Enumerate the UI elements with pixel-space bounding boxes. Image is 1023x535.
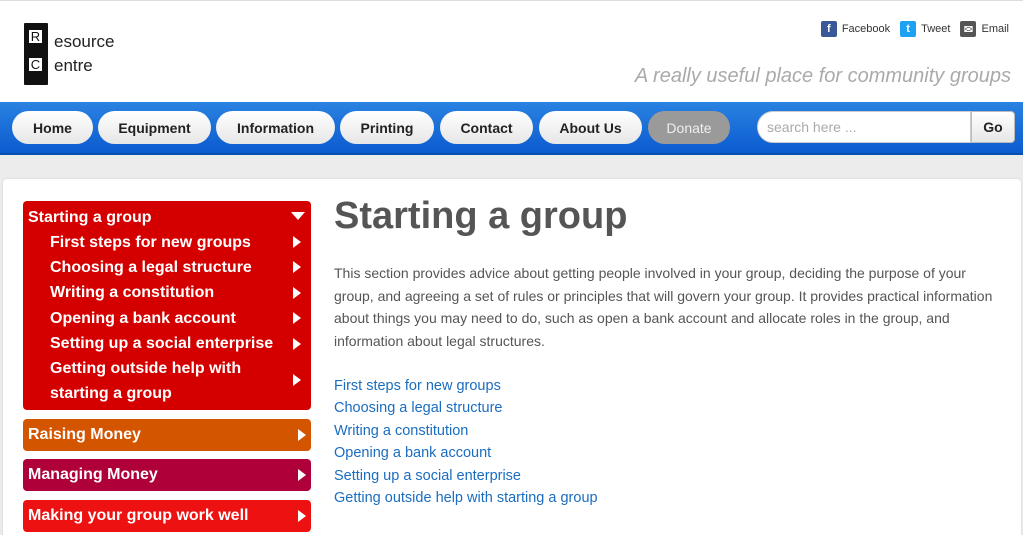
link-outside-help[interactable]: Getting outside help with starting a gro…: [334, 487, 598, 509]
chevron-right-icon: [293, 312, 301, 324]
email-label: Email: [981, 23, 1009, 35]
sidebar-subitem-outside-help-line2[interactable]: starting a group: [50, 385, 172, 403]
sidebar-subitem-first-steps[interactable]: First steps for new groups: [50, 234, 251, 252]
chevron-down-icon: [291, 212, 305, 220]
sidebar-active-section: Starting a group First steps for new gro…: [23, 201, 311, 410]
link-social-enterprise[interactable]: Setting up a social enterprise: [334, 465, 598, 487]
social-links: f Facebook t Tweet ✉ Email: [820, 21, 1009, 37]
twitter-icon: t: [900, 21, 917, 37]
site-logo[interactable]: R C esource entre: [24, 23, 134, 85]
site-header: R C esource entre f Facebook t Tweet ✉ E…: [0, 0, 1023, 102]
logo-letter-r: R: [28, 29, 43, 44]
tweet-link[interactable]: t Tweet: [900, 21, 950, 37]
sidebar-subitem-legal-structure[interactable]: Choosing a legal structure: [50, 259, 252, 277]
nav-home[interactable]: Home: [12, 111, 93, 144]
nav-equipment[interactable]: Equipment: [98, 111, 211, 144]
search-input[interactable]: search here ...: [757, 111, 971, 143]
facebook-link[interactable]: f Facebook: [820, 21, 891, 37]
section-links: First steps for new groups Choosing a le…: [334, 375, 598, 509]
nav-donate[interactable]: Donate: [648, 111, 730, 144]
link-bank-account[interactable]: Opening a bank account: [334, 442, 598, 464]
intro-paragraph: This section provides advice about getti…: [334, 265, 993, 349]
sidebar-section-label: Raising Money: [28, 426, 141, 443]
logo-letter-c: C: [28, 57, 43, 72]
tweet-label: Tweet: [921, 23, 951, 35]
sidebar-section-raising-money[interactable]: Raising Money: [23, 419, 311, 451]
link-constitution[interactable]: Writing a constitution: [334, 420, 598, 442]
sidebar-subitem-bank-account[interactable]: Opening a bank account: [50, 310, 236, 328]
sidebar-section-managing-money[interactable]: Managing Money: [23, 459, 311, 491]
nav-contact[interactable]: Contact: [440, 111, 533, 144]
nav-information[interactable]: Information: [216, 111, 335, 144]
sidebar-subitem-constitution[interactable]: Writing a constitution: [50, 284, 214, 302]
chevron-right-icon: [298, 510, 306, 522]
logo-word-resource: esource: [54, 32, 115, 51]
logo-word-centre: entre: [54, 56, 93, 75]
sidebar-section-label: Making your group work well: [28, 507, 249, 524]
chevron-right-icon: [298, 469, 306, 481]
sidebar-section-label: Managing Money: [28, 466, 158, 483]
chevron-right-icon: [293, 261, 301, 273]
email-icon: ✉: [960, 21, 977, 37]
chevron-right-icon: [293, 338, 301, 350]
chevron-right-icon: [293, 287, 301, 299]
sidebar-subitem-social-enterprise[interactable]: Setting up a social enterprise: [50, 335, 273, 353]
link-first-steps[interactable]: First steps for new groups: [334, 375, 598, 397]
chevron-right-icon: [298, 429, 306, 441]
email-link[interactable]: ✉ Email: [960, 21, 1009, 37]
facebook-label: Facebook: [841, 23, 891, 35]
page-title: Starting a group: [334, 195, 628, 237]
nav-about-us[interactable]: About Us: [539, 111, 642, 144]
sidebar-item-starting-a-group[interactable]: Starting a group: [28, 209, 152, 227]
link-legal-structure[interactable]: Choosing a legal structure: [334, 397, 598, 419]
search-go-button[interactable]: Go: [971, 111, 1015, 143]
chevron-right-icon: [293, 236, 301, 248]
chevron-right-icon: [293, 374, 301, 386]
sidebar-section-group-work-well[interactable]: Making your group work well: [23, 500, 311, 532]
site-tagline: A really useful place for community grou…: [634, 65, 1011, 87]
nav-printing[interactable]: Printing: [340, 111, 434, 144]
main-nav: Home Equipment Information Printing Cont…: [0, 102, 1023, 155]
facebook-icon: f: [820, 21, 837, 37]
sidebar-subitem-outside-help-line1[interactable]: Getting outside help with: [50, 360, 241, 378]
